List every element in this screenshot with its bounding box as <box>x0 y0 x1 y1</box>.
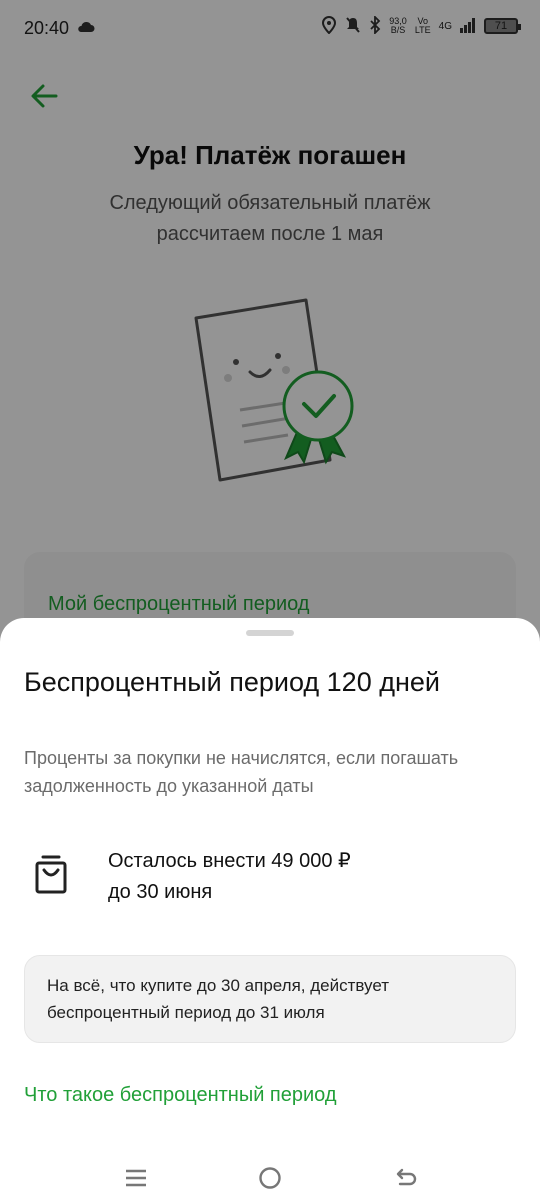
bottom-sheet: Беспроцентный период 120 дней Проценты з… <box>0 618 540 1200</box>
remaining-amount: Осталось внести 49 000 ₽ <box>108 850 351 872</box>
home-icon[interactable] <box>250 1158 290 1198</box>
sheet-drag-handle[interactable] <box>246 630 294 636</box>
info-box: На всё, что купите до 30 апреля, действу… <box>24 955 516 1043</box>
sheet-title: Беспроцентный период 120 дней <box>24 667 440 697</box>
remaining-payment: Осталось внести 49 000 ₽ до 30 июня <box>108 846 508 908</box>
what-is-interest-free-link[interactable]: Что такое беспроцентный период <box>24 1084 337 1107</box>
system-nav-bar <box>0 1158 540 1200</box>
remaining-due-date: до 30 июня <box>108 881 213 903</box>
sheet-description: Проценты за покупки не начислятся, если … <box>24 748 459 796</box>
menu-icon[interactable] <box>116 1158 156 1198</box>
shopping-bag-icon <box>34 854 68 894</box>
back-icon[interactable] <box>386 1158 426 1198</box>
